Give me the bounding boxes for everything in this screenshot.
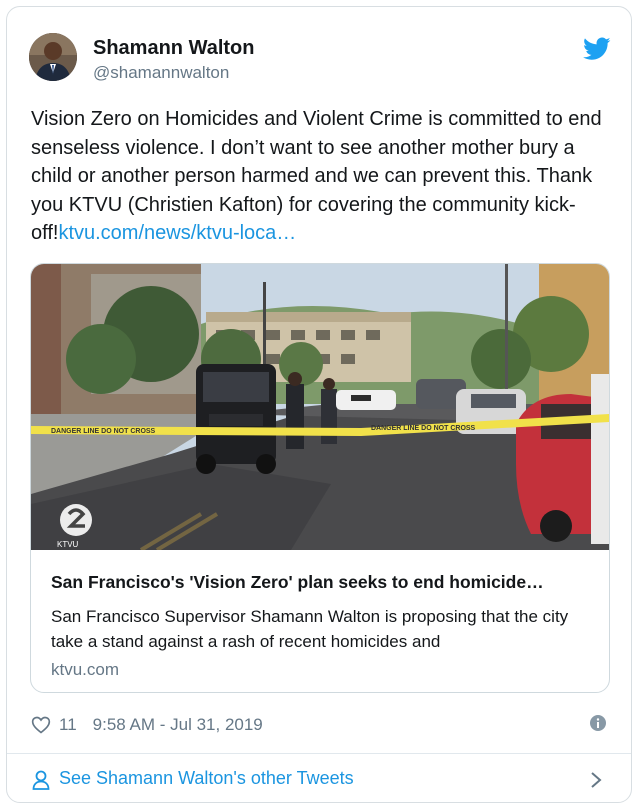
avatar[interactable]	[29, 33, 77, 81]
link-card-domain: ktvu.com	[51, 660, 120, 679]
link-preview-image[interactable]: DANGER LINE DO NOT CROSS DANGER LINE DO …	[31, 264, 609, 550]
see-other-tweets-label[interactable]: See Shamann Walton's other Tweets	[59, 768, 354, 789]
image-overlay-label: KTVU	[57, 540, 79, 549]
person-icon	[32, 770, 50, 790]
info-icon[interactable]	[590, 715, 606, 731]
tweet-timestamp[interactable]: 9:58 AM - Jul 31, 2019	[93, 715, 263, 735]
twitter-bird-icon[interactable]	[583, 37, 611, 61]
tweet-text: Vision Zero on Homicides and Violent Cri…	[31, 105, 611, 248]
heart-icon[interactable]	[31, 715, 51, 735]
like-count[interactable]: 11	[59, 715, 77, 735]
link-card-description: San Francisco Supervisor Shamann Walton …	[51, 607, 569, 651]
tape-text-right: DANGER LINE DO NOT CROSS	[371, 425, 476, 432]
author-handle[interactable]: @shamannwalton	[93, 63, 229, 83]
see-other-tweets-link[interactable]: See Shamann Walton's other Tweets	[7, 754, 631, 802]
chevron-right-icon[interactable]	[589, 771, 603, 789]
link-card-title[interactable]: San Francisco's 'Vision Zero' plan seeks…	[51, 572, 596, 593]
link-preview-card[interactable]: DANGER LINE DO NOT CROSS DANGER LINE DO …	[30, 263, 610, 693]
tweet-meta: 11 9:58 AM - Jul 31, 2019	[31, 713, 263, 737]
tweet-link[interactable]: ktvu.com/news/ktvu-loca…	[58, 222, 296, 244]
tape-text-left: DANGER LINE DO NOT CROSS	[51, 428, 156, 435]
author-name[interactable]: Shamann Walton	[93, 37, 254, 60]
tweet-card: Shamann Walton @shamannwalton Vision Zer…	[6, 6, 632, 803]
